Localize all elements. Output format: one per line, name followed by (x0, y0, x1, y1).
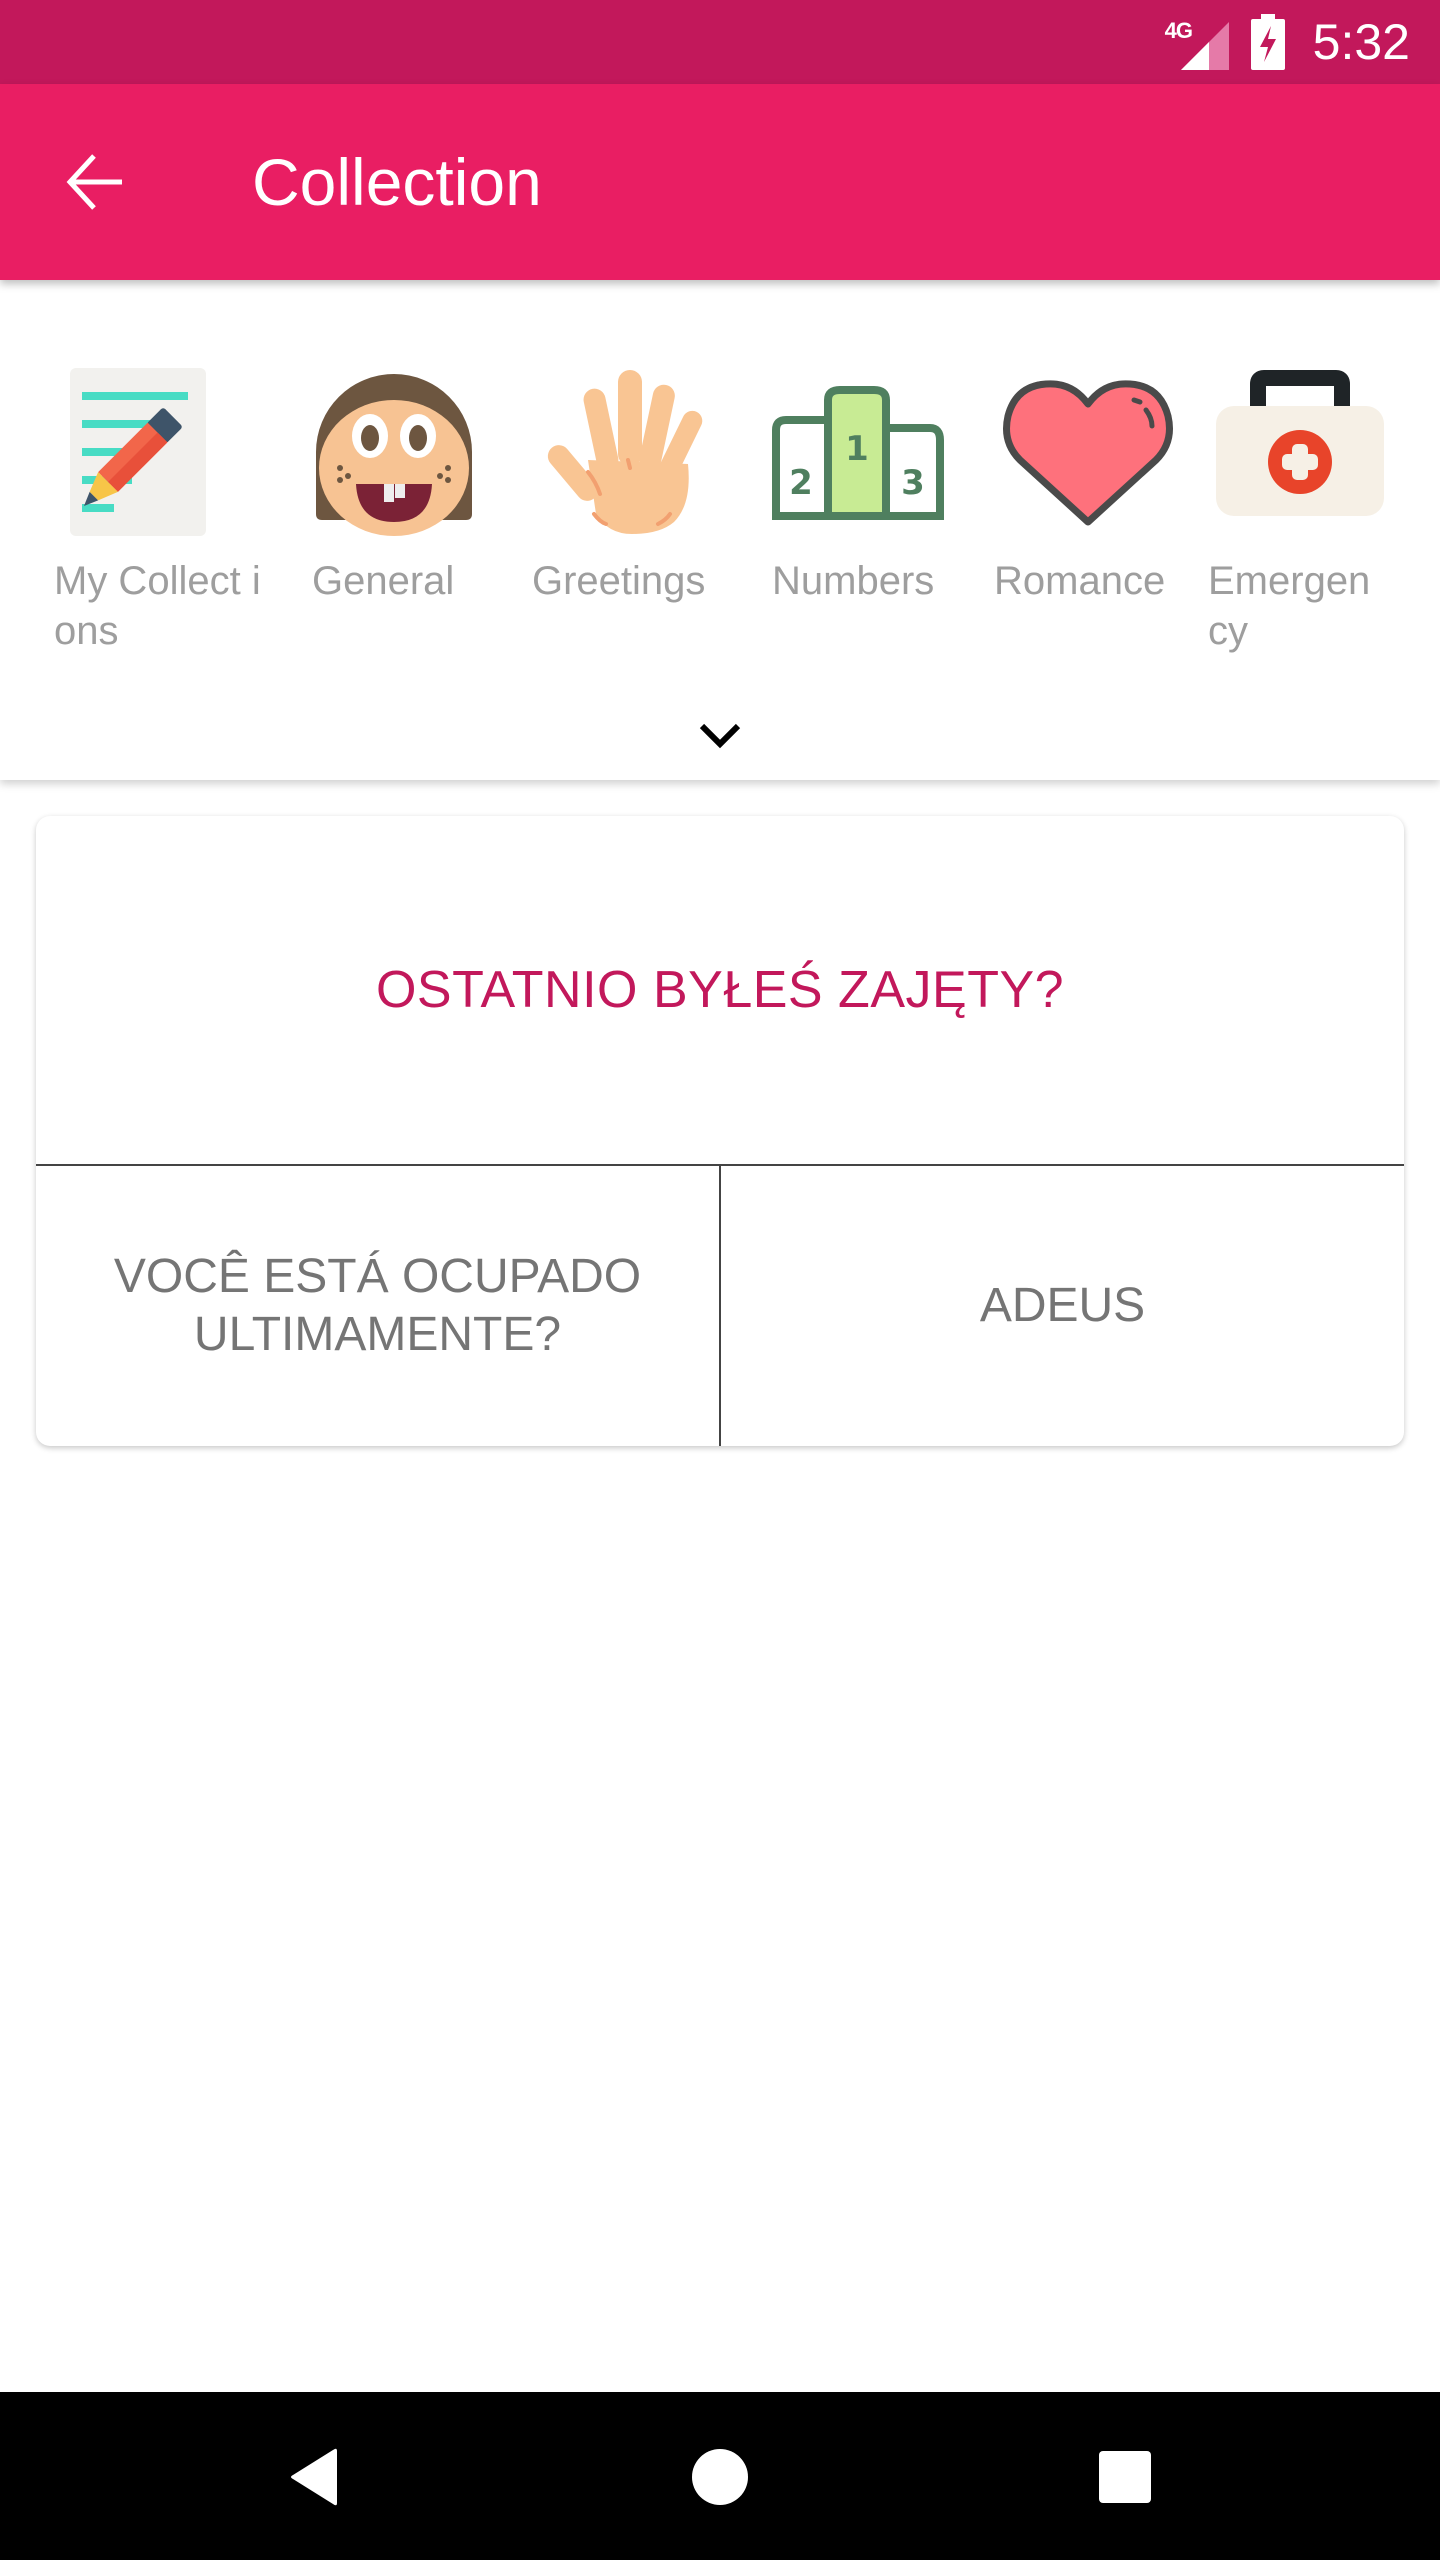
svg-text:3: 3 (901, 463, 925, 503)
svg-text:1: 1 (845, 429, 869, 469)
page-title: Collection (252, 145, 542, 219)
waving-hand-icon (547, 370, 703, 534)
question-text: OSTATNIO BYŁEŚ ZAJĘTY? (375, 961, 1065, 1019)
quiz-card: OSTATNIO BYŁEŚ ZAJĘTY? VOCÊ ESTÁ OCUPADO… (36, 816, 1404, 1446)
answer-option-1[interactable]: VOCÊ ESTÁ OCUPADO ULTIMAMENTE? (36, 1166, 721, 1446)
question-area[interactable]: OSTATNIO BYŁEŚ ZAJĘTY? (36, 816, 1404, 1166)
status-bar: 4G 5:32 (0, 0, 1440, 84)
battery-charging-icon (1250, 14, 1285, 70)
answer-option-2[interactable]: ADEUS (721, 1166, 1404, 1446)
category-label: Emergen cy (1208, 559, 1371, 653)
expand-categories-button[interactable] (680, 700, 760, 770)
cellular-signal-icon (1180, 22, 1229, 70)
podium-icon: 2 1 3 (772, 386, 944, 520)
category-label: Romance (994, 559, 1166, 603)
app-bar: Collection (0, 84, 1440, 280)
nav-back-button[interactable] (260, 2432, 370, 2522)
network-indicator: 4G (1165, 14, 1229, 70)
chevron-down-icon (699, 723, 741, 749)
category-panel: My Collect ions General Greetings 2 1 3 … (0, 280, 1440, 780)
svg-text:2: 2 (789, 463, 813, 503)
nav-home-button[interactable] (665, 2432, 775, 2522)
first-aid-kit-icon (1216, 370, 1384, 516)
category-list: My Collect ions General Greetings 2 1 3 … (0, 364, 1440, 664)
nav-recents-button[interactable] (1070, 2432, 1180, 2522)
category-label: General (312, 559, 455, 603)
answer-options: VOCÊ ESTÁ OCUPADO ULTIMAMENTE? ADEUS (36, 1166, 1404, 1446)
category-label: My Collect ions (54, 559, 261, 653)
system-nav-bar (0, 2392, 1440, 2560)
category-label: Numbers (772, 559, 935, 603)
heart-icon (1003, 380, 1173, 526)
smiling-face-icon (316, 374, 472, 536)
status-icons: 4G 5:32 (1165, 0, 1410, 84)
back-button[interactable] (48, 134, 144, 230)
nav-recents-icon (1099, 2451, 1151, 2503)
clock: 5:32 (1312, 14, 1410, 70)
category-label: Greetings (532, 559, 706, 603)
arrow-back-icon (66, 154, 122, 210)
nav-back-icon (291, 2448, 337, 2506)
notepad-pencil-icon (70, 368, 206, 536)
nav-home-icon (692, 2449, 748, 2505)
